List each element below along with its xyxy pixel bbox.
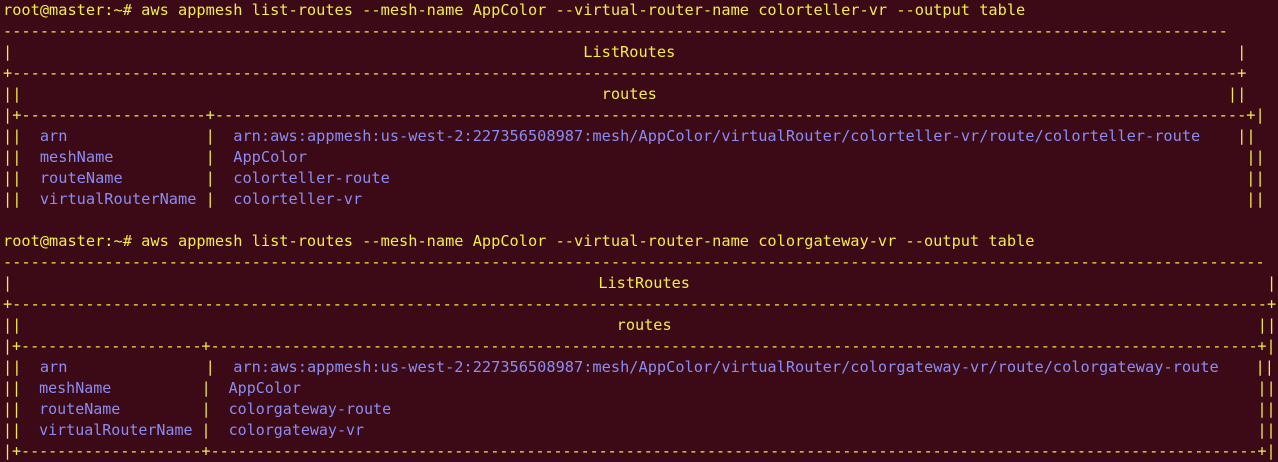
table-subtitle-routes: || routes || (3, 316, 1277, 334)
border: || (389, 169, 1265, 187)
shell-prompt: root@master:~# (3, 232, 142, 250)
row-value: colorteller-route (233, 169, 390, 187)
border: | (192, 421, 229, 439)
row-value: arn:aws:appmesh:us-west-2:227356508987:m… (233, 127, 1201, 145)
border: || (3, 190, 40, 208)
table-row-arn: || arn | arn:aws:appmesh:us-west-2:22735… (3, 357, 1274, 378)
table-separator: |+--------------------+-----------------… (3, 337, 1276, 355)
row-key: virtualRouterName (39, 421, 193, 439)
row-key: arn (39, 127, 68, 145)
command-text: aws appmesh list-routes --mesh-name AppC… (141, 1, 1026, 19)
table-row-routename: || routeName | colorgateway-route || (3, 399, 1276, 420)
row-key: arn (39, 358, 68, 376)
row-value: AppColor (233, 148, 307, 166)
table-top-rule: ----------------------------------------… (3, 253, 1265, 271)
table-top-rule: ----------------------------------------… (3, 22, 1228, 40)
row-key: routeName (39, 400, 121, 418)
border: | (111, 379, 229, 397)
shell-prompt: root@master:~# (3, 1, 142, 19)
border: || (3, 169, 40, 187)
border: | (196, 190, 234, 208)
border: || (1218, 358, 1274, 376)
border: || (3, 148, 40, 166)
border: || (364, 421, 1276, 439)
border: | (122, 169, 234, 187)
table-title-listroutes: | ListRoutes | (3, 43, 1247, 61)
border: || (3, 400, 40, 418)
row-key: routeName (39, 169, 123, 187)
command-text: aws appmesh list-routes --mesh-name AppC… (141, 232, 1035, 250)
row-value: colorteller-vr (233, 190, 363, 208)
border: || (300, 379, 1276, 397)
row-value: colorgateway-vr (228, 421, 365, 439)
border: || (362, 190, 1265, 208)
border: || (3, 358, 40, 376)
row-value: AppColor (228, 379, 301, 397)
command-line-2: root@master:~# aws appmesh list-routes -… (3, 231, 1034, 252)
border: || (3, 421, 40, 439)
table-row-meshname: || meshName | AppColor || (3, 378, 1276, 399)
table-separator: +---------------------------------------… (3, 64, 1247, 82)
border: | (67, 127, 234, 145)
table-row-routename: || routeName | colorteller-route || (3, 168, 1265, 189)
row-key: meshName (39, 379, 112, 397)
row-key: virtualRouterName (39, 190, 197, 208)
command-line-1: root@master:~# aws appmesh list-routes -… (3, 0, 1025, 21)
border: || (306, 148, 1265, 166)
border: || (3, 379, 40, 397)
border: | (120, 400, 229, 418)
border: || (391, 400, 1276, 418)
table-bottom-rule: |+--------------------+-----------------… (3, 442, 1276, 460)
table-row-arn: || arn | arn:aws:appmesh:us-west-2:22735… (3, 126, 1256, 147)
border: || (3, 127, 40, 145)
table-row-virtualroutername: || virtualRouterName | colorgateway-vr |… (3, 420, 1276, 441)
table-title-listroutes: | ListRoutes | (3, 274, 1277, 292)
table-separator: +---------------------------------------… (3, 295, 1277, 313)
border: | (67, 358, 234, 376)
border: | (113, 148, 234, 166)
row-value: colorgateway-route (228, 400, 392, 418)
table-subtitle-routes: || routes || (3, 85, 1247, 103)
table-row-meshname: || meshName | AppColor || (3, 147, 1265, 168)
table-row-virtualroutername: || virtualRouterName | colorteller-vr || (3, 189, 1265, 210)
border: || (1200, 127, 1256, 145)
table-separator: |+--------------------+-----------------… (3, 106, 1265, 124)
row-value: arn:aws:appmesh:us-west-2:227356508987:m… (233, 358, 1219, 376)
row-key: meshName (39, 148, 114, 166)
